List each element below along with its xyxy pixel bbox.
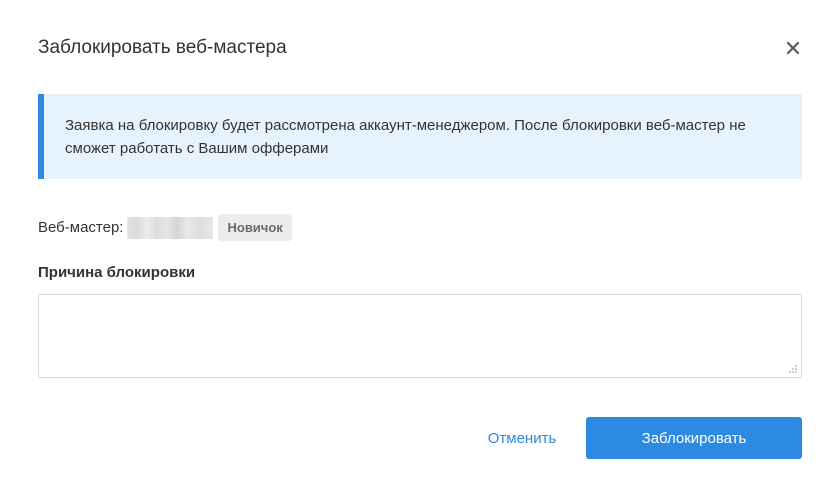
resize-handle-icon[interactable]	[788, 364, 798, 374]
info-notice-text: Заявка на блокировку будет рассмотрена а…	[65, 117, 746, 157]
close-button[interactable]	[782, 37, 804, 59]
close-icon	[786, 41, 800, 55]
block-button[interactable]: Заблокировать	[586, 417, 802, 459]
webmaster-row: Веб-мастер: Новичок	[38, 214, 292, 241]
reason-label: Причина блокировки	[38, 264, 196, 281]
dialog-title: Заблокировать веб-мастера	[38, 37, 287, 58]
status-badge: Новичок	[218, 214, 292, 241]
cancel-button[interactable]: Отменить	[472, 417, 572, 459]
webmaster-name-redacted	[127, 216, 214, 239]
block-webmaster-dialog: Заблокировать веб-мастера Заявка на блок…	[0, 0, 836, 492]
info-notice: Заявка на блокировку будет рассмотрена а…	[38, 94, 802, 179]
reason-textarea[interactable]	[38, 294, 802, 378]
webmaster-label: Веб-мастер:	[38, 219, 124, 236]
